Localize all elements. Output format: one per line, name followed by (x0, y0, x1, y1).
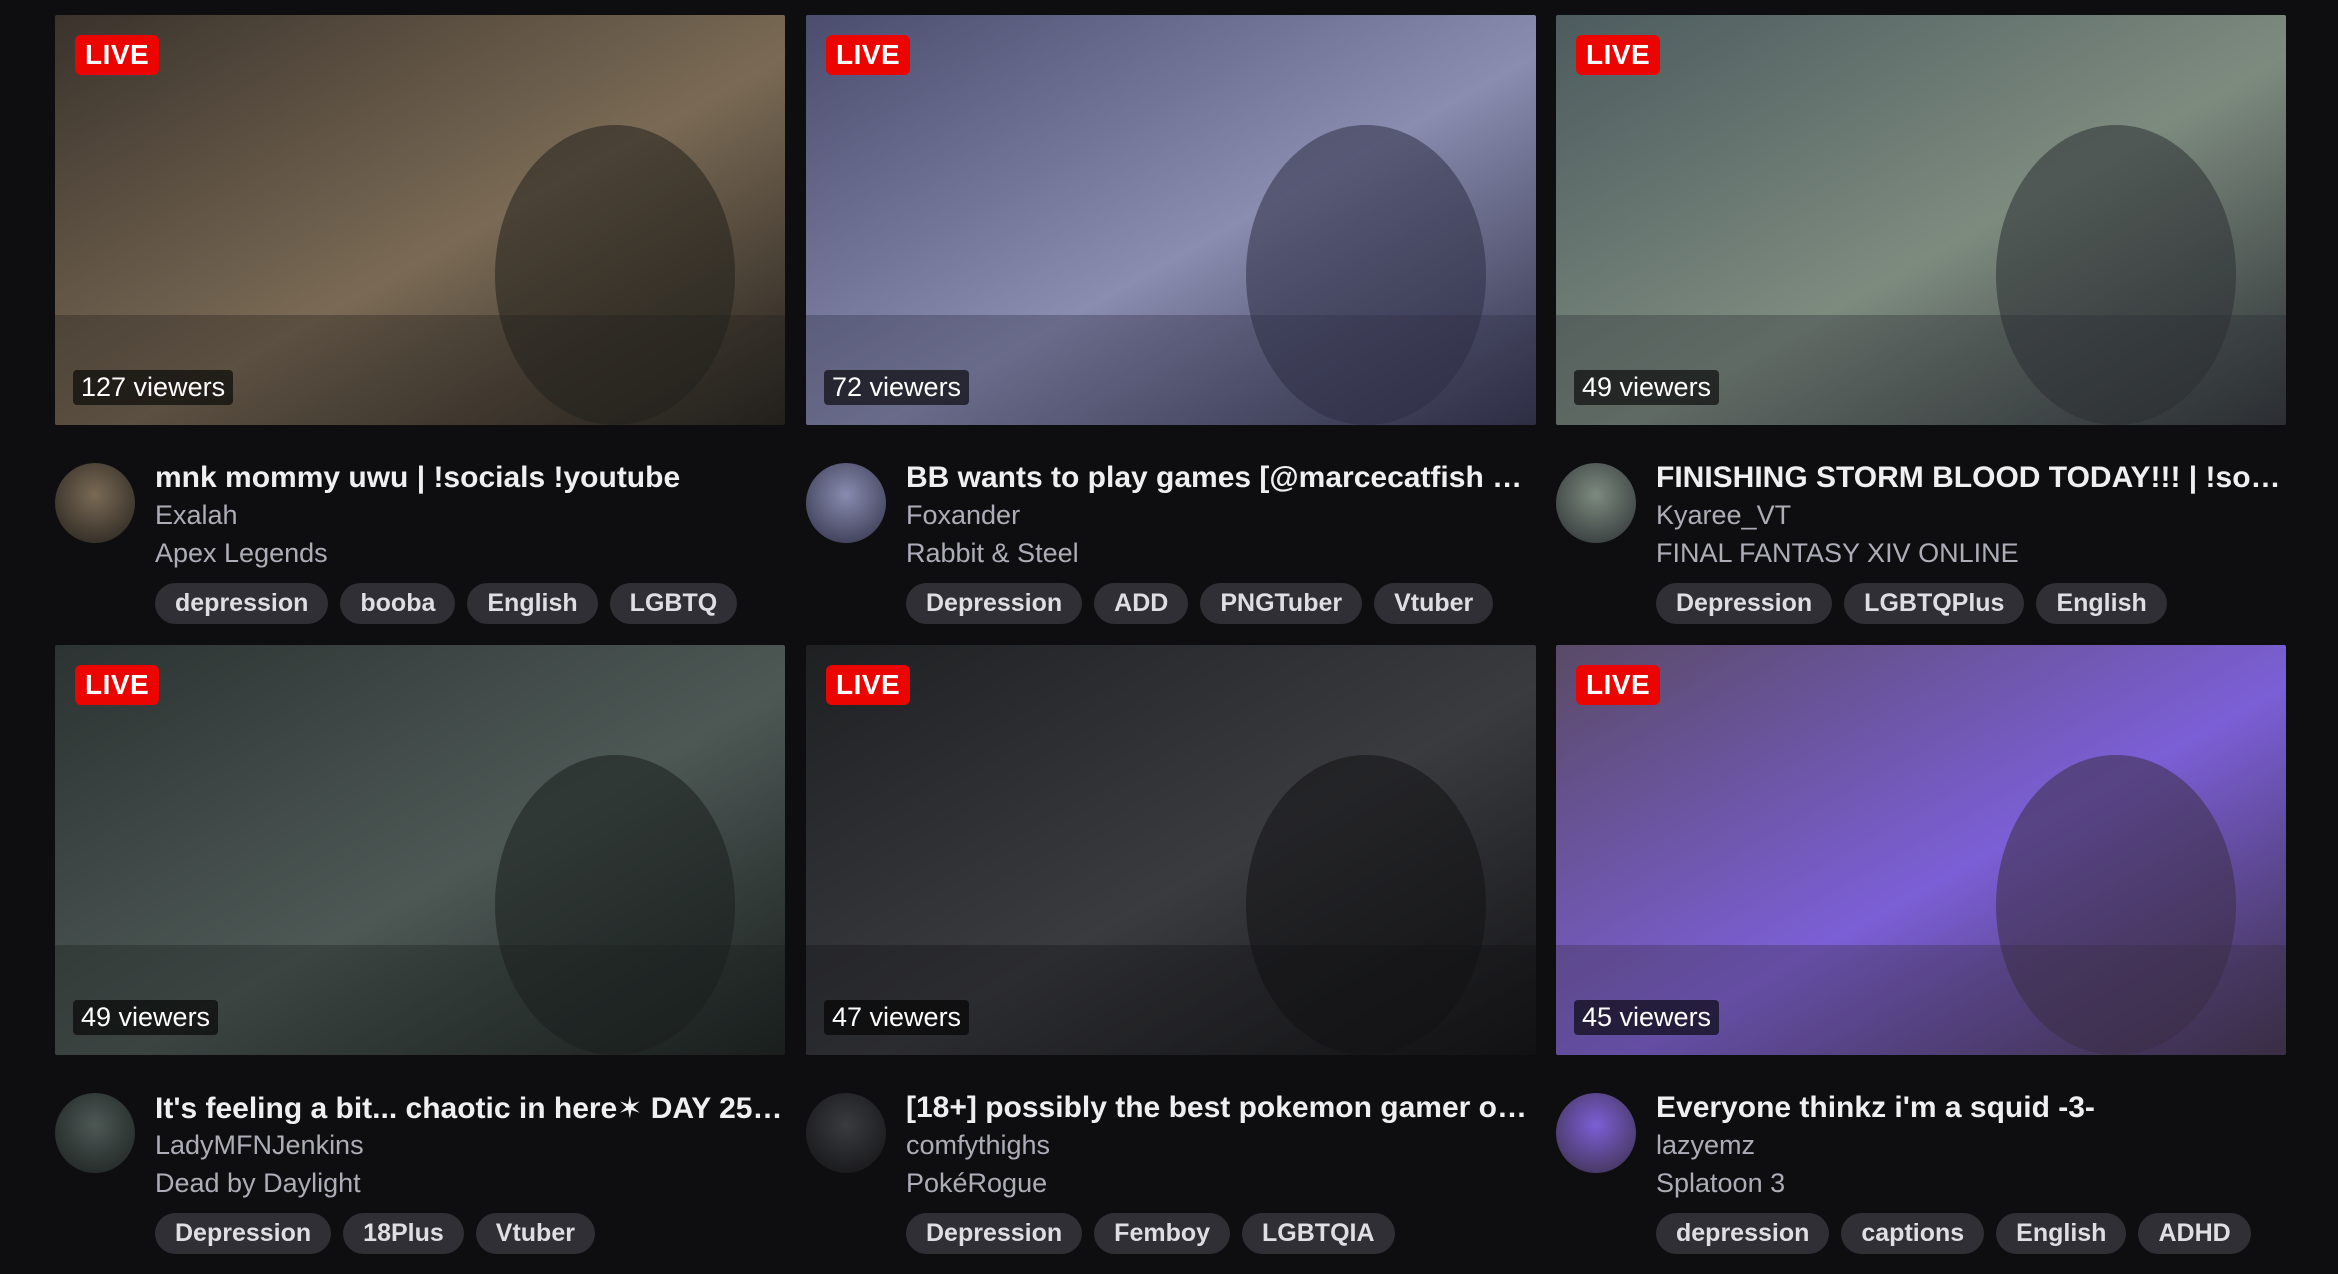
thumbnail-image (806, 645, 1536, 1055)
live-badge: LIVE (75, 665, 160, 705)
stream-thumbnail[interactable]: LIVE 49 viewers (55, 645, 785, 1055)
live-badge: LIVE (1576, 35, 1661, 75)
tag-list: Depression ADD PNGTuber Vtuber (906, 583, 1536, 624)
stream-title[interactable]: FINISHING STORM BLOOD TODAY!!! | !social… (1656, 461, 2286, 495)
live-badge: LIVE (75, 35, 160, 75)
tag-list: depression booba English LGBTQ (155, 583, 785, 624)
tag-pill[interactable]: Depression (906, 583, 1083, 624)
channel-name[interactable]: LadyMFNJenkins (155, 1130, 785, 1161)
live-badge: LIVE (1576, 665, 1661, 705)
channel-avatar[interactable] (806, 463, 886, 543)
tag-list: Depression 18Plus Vtuber (155, 1213, 785, 1254)
tag-pill[interactable]: ADHD (2138, 1213, 2251, 1254)
tag-pill[interactable]: Depression (906, 1213, 1083, 1254)
tag-pill[interactable]: booba (340, 583, 456, 624)
tag-pill[interactable]: English (1996, 1213, 2127, 1254)
stream-title[interactable]: [18+] possibly the best pokemon gamer of… (906, 1091, 1536, 1125)
tag-pill[interactable]: Depression (155, 1213, 332, 1254)
channel-avatar[interactable] (806, 1093, 886, 1173)
stream-title[interactable]: mnk mommy uwu | !socials !youtube (155, 461, 785, 495)
stream-meta: BB wants to play games [@marcecatfish @b… (806, 443, 1536, 643)
channel-name[interactable]: Exalah (155, 500, 785, 531)
thumbnail-image (806, 15, 1536, 425)
game-category[interactable]: FINAL FANTASY XIV ONLINE (1656, 538, 2286, 569)
channel-avatar[interactable] (55, 1093, 135, 1173)
tag-pill[interactable]: depression (1656, 1213, 1830, 1254)
channel-avatar[interactable] (1556, 1093, 1636, 1173)
channel-name[interactable]: Kyaree_VT (1656, 500, 2286, 531)
stream-thumbnail[interactable]: LIVE 45 viewers (1556, 645, 2286, 1055)
viewer-count: 45 viewers (1574, 1000, 1720, 1035)
tag-pill[interactable]: LGBTQ (609, 583, 738, 624)
stream-meta: Everyone thinkz i'm a squid -3- lazyemz Sp… (1556, 1073, 2286, 1273)
tag-pill[interactable]: English (467, 583, 598, 624)
tag-pill[interactable]: ADD (1094, 583, 1189, 624)
tag-pill[interactable]: depression (155, 583, 329, 624)
stream-thumbnail[interactable]: LIVE 72 viewers (806, 15, 1536, 425)
tag-pill[interactable]: Vtuber (1374, 583, 1494, 624)
tag-pill[interactable]: Depression (1656, 583, 1833, 624)
stream-thumbnail[interactable]: LIVE 127 viewers (55, 15, 785, 425)
stream-title[interactable]: BB wants to play games [@marcecatfish @b… (906, 461, 1536, 495)
stream-thumbnail[interactable]: LIVE 49 viewers (1556, 15, 2286, 425)
thumbnail-image (1556, 645, 2286, 1055)
channel-name[interactable]: lazyemz (1656, 1130, 2286, 1161)
viewer-count: 47 viewers (824, 1000, 970, 1035)
tag-pill[interactable]: 18Plus (343, 1213, 464, 1254)
tag-pill[interactable]: PNGTuber (1200, 583, 1363, 624)
tag-pill[interactable]: captions (1841, 1213, 1985, 1254)
thumbnail-image (55, 15, 785, 425)
game-category[interactable]: Rabbit & Steel (906, 538, 1536, 569)
thumbnail-image (55, 645, 785, 1055)
stream-meta: mnk mommy uwu | !socials !youtube Exalah A… (55, 443, 785, 643)
game-category[interactable]: Splatoon 3 (1656, 1168, 2286, 1199)
stream-meta: [18+] possibly the best pokemon gamer of… (806, 1073, 1536, 1273)
tag-list: Depression Femboy LGBTQIA (906, 1213, 1536, 1254)
channel-name[interactable]: comfythighs (906, 1130, 1536, 1161)
tag-list: depression captions English ADHD (1656, 1213, 2286, 1254)
stream-meta: FINISHING STORM BLOOD TODAY!!! | !social… (1556, 443, 2286, 643)
tag-pill[interactable]: English (2036, 583, 2167, 624)
viewer-count: 49 viewers (1574, 370, 1720, 405)
live-badge: LIVE (826, 665, 911, 705)
channel-name[interactable]: Foxander (906, 500, 1536, 531)
channel-avatar[interactable] (55, 463, 135, 543)
tag-pill[interactable]: Femboy (1094, 1213, 1231, 1254)
live-badge: LIVE (826, 35, 911, 75)
thumbnail-image (1556, 15, 2286, 425)
stream-title[interactable]: Everyone thinkz i'm a squid -3- (1656, 1091, 2286, 1125)
stream-grid: LIVE 127 viewers mnk mommy uwu | !socials … (0, 0, 2338, 1274)
tag-list: Depression LGBTQPlus English (1656, 583, 2286, 624)
game-category[interactable]: Dead by Daylight (155, 1168, 785, 1199)
stream-title[interactable]: It's feeling a bit... chaotic in here✶ D… (155, 1091, 785, 1126)
stream-meta: It's feeling a bit... chaotic in here✶ D… (55, 1073, 785, 1273)
tag-pill[interactable]: Vtuber (475, 1213, 595, 1254)
tag-pill[interactable]: LGBTQIA (1242, 1213, 1395, 1254)
tag-pill[interactable]: LGBTQPlus (1844, 583, 2025, 624)
stream-thumbnail[interactable]: LIVE 47 viewers (806, 645, 1536, 1055)
channel-avatar[interactable] (1556, 463, 1636, 543)
viewer-count: 49 viewers (73, 1000, 219, 1035)
game-category[interactable]: PokéRogue (906, 1168, 1536, 1199)
viewer-count: 127 viewers (73, 370, 234, 405)
viewer-count: 72 viewers (824, 370, 970, 405)
game-category[interactable]: Apex Legends (155, 538, 785, 569)
